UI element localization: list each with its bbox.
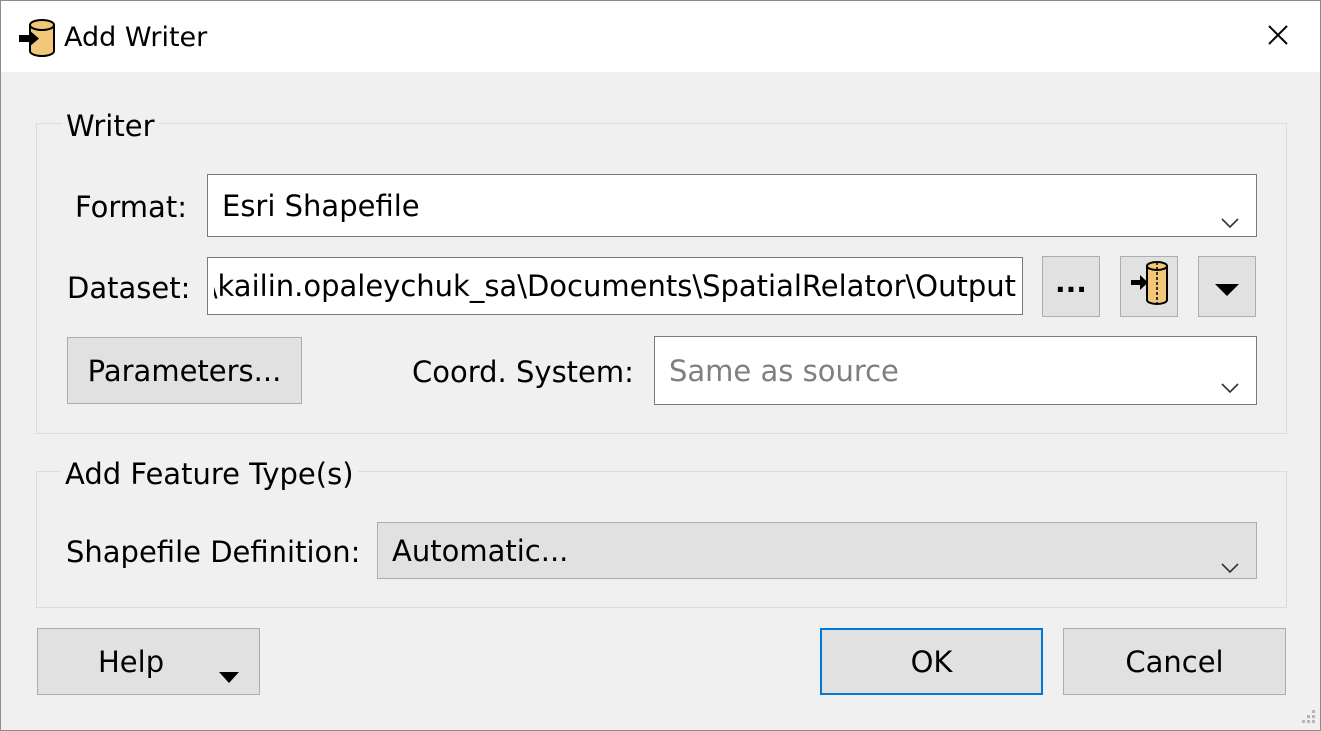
format-select[interactable]: Esri Shapefile <box>207 174 1257 237</box>
writer-group-title: Writer <box>62 108 159 144</box>
close-button[interactable] <box>1236 1 1320 73</box>
shapefile-definition-label: Shapefile Definition: <box>66 535 361 569</box>
shapefile-definition-value: Automatic... <box>392 533 569 568</box>
shapefile-definition-select[interactable]: Automatic... <box>377 522 1257 579</box>
coord-system-value: Same as source <box>669 353 899 388</box>
parameters-label: Parameters... <box>87 353 282 388</box>
coord-system-label: Coord. System: <box>412 355 634 389</box>
cancel-label: Cancel <box>1125 644 1224 679</box>
writer-database-icon <box>18 19 56 59</box>
browse-button[interactable]: ... <box>1042 256 1100 317</box>
feature-type-group-title: Add Feature Type(s) <box>61 456 358 492</box>
parameters-button[interactable]: Parameters... <box>67 337 302 404</box>
cancel-button[interactable]: Cancel <box>1063 628 1286 695</box>
help-label: Help <box>98 644 165 679</box>
resize-grip-icon[interactable] <box>1298 708 1316 726</box>
triangle-down-icon <box>1214 270 1240 304</box>
ok-button[interactable]: OK <box>820 628 1043 695</box>
dataset-label: Dataset: <box>67 271 191 305</box>
chevron-down-icon <box>1220 201 1240 228</box>
format-label: Format: <box>75 190 187 224</box>
chevron-down-icon <box>1220 546 1240 573</box>
close-icon <box>1267 24 1289 50</box>
dataset-options-button[interactable] <box>1198 256 1256 317</box>
format-value: Esri Shapefile <box>222 188 420 223</box>
help-button[interactable]: Help <box>37 628 260 695</box>
dialog-body: Writer Format: Esri Shapefile Dataset: .… <box>0 72 1321 731</box>
triangle-down-icon <box>219 656 239 690</box>
title-bar[interactable]: Add Writer <box>0 0 1321 72</box>
zip-archive-icon <box>1127 258 1171 315</box>
zip-archive-button[interactable] <box>1120 256 1178 317</box>
ok-label: OK <box>910 644 953 679</box>
ellipsis-icon: ... <box>1055 265 1087 299</box>
chevron-down-icon <box>1220 366 1240 393</box>
window-title: Add Writer <box>64 22 208 53</box>
coord-system-select[interactable]: Same as source <box>654 336 1257 405</box>
dataset-input[interactable] <box>207 257 1023 315</box>
